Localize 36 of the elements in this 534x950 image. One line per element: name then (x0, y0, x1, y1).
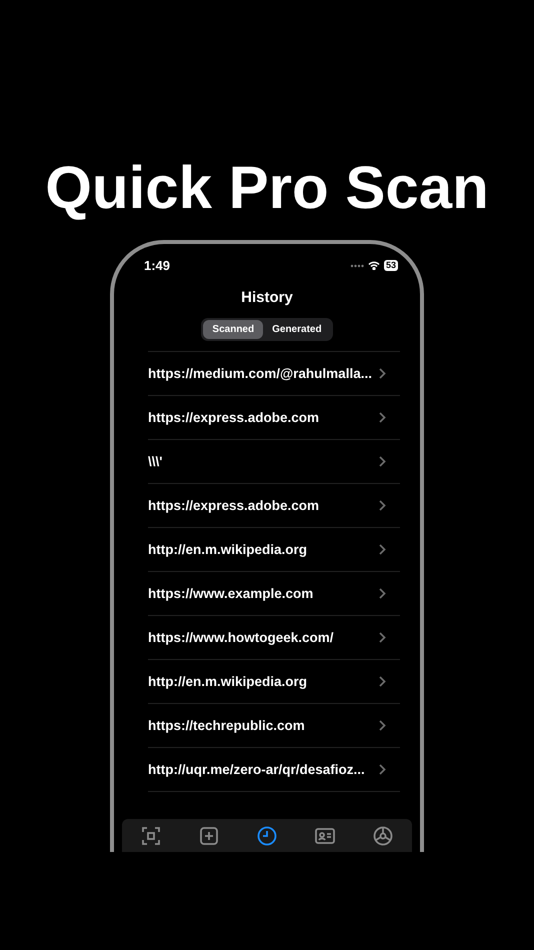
screen-title: History (240, 289, 294, 306)
history-url[interactable]: http://uqr.me/zero-ar/qr/desafioz... (148, 762, 365, 777)
history-url[interactable]: https://express.adobe.com (148, 498, 320, 513)
chevron-right-icon (379, 676, 386, 687)
history-url[interactable]: \\\' (148, 454, 162, 469)
history-url[interactable]: https://techrepublic.com (148, 718, 305, 733)
chevron-right-icon (379, 368, 386, 379)
status-time: 1:49 (144, 258, 170, 273)
signal-icon (350, 264, 364, 268)
tab-button[interactable] (256, 825, 278, 847)
history-url[interactable]: http://en.m.wikipedia.org (148, 674, 308, 689)
segment-tab[interactable]: Generated (263, 320, 331, 339)
chevron-right-icon (379, 500, 386, 511)
tab-button[interactable] (198, 825, 220, 847)
id-card-icon (314, 825, 336, 847)
chevron-right-icon (379, 720, 386, 731)
chevron-right-icon (379, 588, 386, 599)
tab-button[interactable] (314, 825, 336, 847)
plus-square-icon (198, 825, 220, 847)
history-url[interactable]: https://www.howtogeek.com/ (148, 630, 334, 645)
tab-button[interactable] (140, 825, 162, 847)
history-url[interactable]: http://en.m.wikipedia.org (148, 542, 308, 557)
chevron-right-icon (379, 544, 386, 555)
chevron-right-icon (379, 412, 386, 423)
headline: Quick Pro Scan (44, 153, 490, 223)
wifi-icon (368, 261, 380, 270)
clock-icon (256, 825, 278, 847)
chevron-right-icon (379, 632, 386, 643)
history-url[interactable]: https://medium.com/@rahulmalla... (148, 366, 372, 381)
segment-tab[interactable]: Scanned (203, 320, 264, 339)
battery-level: 53 (384, 260, 398, 271)
history-url[interactable]: https://express.adobe.com (148, 410, 320, 425)
chevron-right-icon (379, 764, 386, 775)
chevron-right-icon (379, 456, 386, 467)
qr-scan-icon (140, 825, 162, 847)
history-url[interactable]: https://www.example.com (148, 586, 314, 601)
